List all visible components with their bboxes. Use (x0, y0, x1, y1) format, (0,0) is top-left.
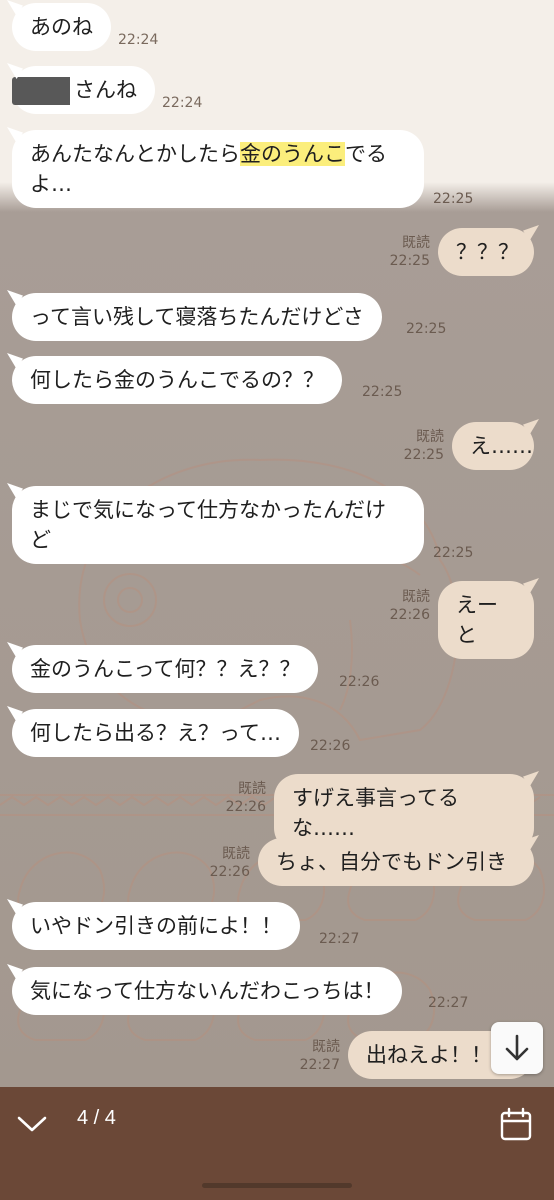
message-bubble-outgoing[interactable]: え…… (452, 422, 534, 470)
read-receipt: 既読 (402, 235, 430, 251)
chevron-down-icon (17, 1116, 47, 1132)
message-time: 22:26 (225, 799, 266, 815)
message-text: あのね (30, 15, 93, 39)
message-time: 22:27 (428, 995, 469, 1011)
message-text: あんたなんとかしたら (30, 142, 240, 166)
message-time: 22:24 (162, 95, 203, 111)
read-receipt: 既読 (312, 1039, 340, 1055)
read-receipt: 既読 (222, 846, 250, 862)
message-bubble-outgoing[interactable]: ？？？ (438, 228, 534, 276)
message-meta: 既読 22:26 (380, 588, 430, 624)
message-meta: 既読 22:25 (394, 428, 444, 464)
read-receipt: 既読 (416, 429, 444, 445)
chat-area[interactable]: あのね 22:24 さんね 22:24 あんたなんとかしたら金のうんこでる よ…… (0, 0, 554, 1087)
message-bubble-incoming[interactable]: いやドン引きの前によ！！ (12, 902, 300, 950)
message-time: 22:27 (299, 1057, 340, 1073)
message-time: 22:24 (118, 32, 159, 48)
message-text: すげえ事言ってるな…… (292, 786, 459, 840)
scroll-to-bottom-button[interactable] (491, 1022, 543, 1074)
message-text: ？？？ (456, 240, 519, 264)
message-time: 22:26 (389, 607, 430, 623)
read-receipt: 既読 (238, 781, 266, 797)
home-indicator (202, 1183, 352, 1188)
message-meta: 既読 22:26 (200, 845, 250, 881)
search-highlight: 金のうんこ (240, 142, 345, 166)
message-text: 気になって仕方ないんだわこっちは！ (30, 979, 385, 1003)
message-time: 22:25 (433, 545, 474, 561)
message-bubble-incoming[interactable]: って言い残して寝落ちたんだけどさ (12, 293, 382, 341)
message-time: 22:27 (319, 931, 360, 947)
message-time: 22:26 (339, 674, 380, 690)
message-text: まじで気になって仕方なかったんだけ ど (30, 498, 386, 552)
redacted-name-block (12, 77, 70, 105)
message-text: 何したら金のうんこでるの？？ (30, 368, 324, 392)
message-time: 22:26 (209, 864, 250, 880)
message-meta: 既読 22:27 (290, 1038, 340, 1074)
message-bubble-outgoing[interactable]: えーと (438, 581, 534, 659)
read-receipt: 既読 (402, 589, 430, 605)
message-text: えーと (456, 593, 498, 647)
message-text: さんね (74, 78, 137, 102)
message-time: 22:26 (310, 738, 351, 754)
calendar-button[interactable] (499, 1107, 533, 1143)
message-meta: 既読 22:26 (216, 780, 266, 816)
calendar-icon (500, 1107, 532, 1141)
message-text: って言い残して寝落ちたんだけどさ (30, 305, 364, 329)
message-bubble-incoming[interactable]: さんね (12, 66, 155, 114)
message-time: 22:25 (389, 253, 430, 269)
message-bubble-incoming[interactable]: まじで気になって仕方なかったんだけ ど (12, 486, 424, 564)
message-bubble-incoming[interactable]: 気になって仕方ないんだわこっちは！ (12, 967, 403, 1015)
message-text: え…… (470, 434, 533, 458)
message-bubble-incoming[interactable]: 金のうんこって何？？え？？ (12, 645, 319, 693)
message-bubble-incoming[interactable]: 何したら出る？え？って… (12, 709, 299, 757)
search-result-counter: 4 / 4 (77, 1107, 116, 1129)
message-text: 出ねえよ！！ (366, 1043, 492, 1067)
message-time: 22:25 (433, 191, 474, 207)
message-bubble-incoming[interactable]: 何したら金のうんこでるの？？ (12, 356, 342, 404)
message-bubble-outgoing[interactable]: ちょ、自分でもドン引き (258, 838, 534, 886)
collapse-button[interactable] (14, 1109, 50, 1137)
arrow-down-icon (505, 1034, 529, 1061)
message-text: いやドン引きの前によ！！ (30, 914, 282, 938)
message-bubble-incoming[interactable]: あのね (12, 3, 111, 51)
message-text: 金のうんこって何？？え？？ (30, 657, 301, 681)
message-time: 22:25 (403, 447, 444, 463)
message-text: 何したら出る？え？って… (30, 721, 281, 745)
message-text: ちょ、自分でもドン引き (276, 850, 507, 874)
message-time: 22:25 (362, 384, 403, 400)
message-bubble-incoming[interactable]: あんたなんとかしたら金のうんこでる よ… (12, 130, 424, 208)
message-meta: 既読 22:25 (380, 234, 430, 270)
message-time: 22:25 (406, 321, 447, 337)
